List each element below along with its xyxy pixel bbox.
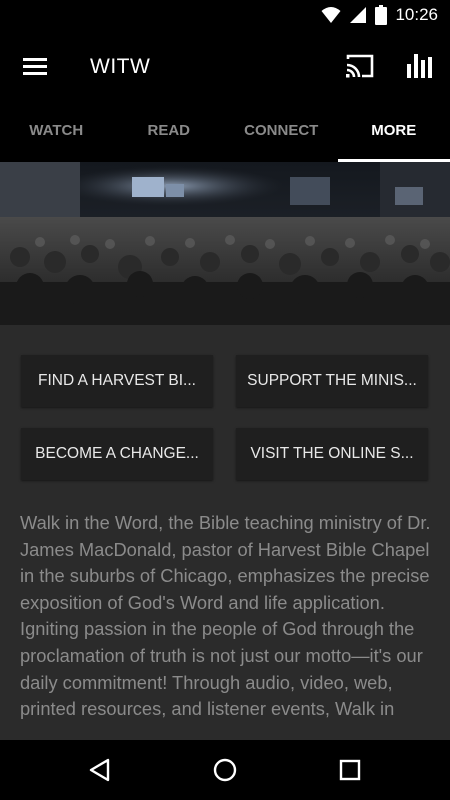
stats-button[interactable] <box>402 50 436 82</box>
tab-connect[interactable]: CONNECT <box>225 102 338 162</box>
cast-icon <box>346 54 374 78</box>
support-ministry-button[interactable]: SUPPORT THE MINIS... <box>236 355 428 407</box>
app-title: WITW <box>90 55 151 78</box>
tab-watch[interactable]: WATCH <box>0 102 113 162</box>
back-triangle-icon <box>89 758 110 782</box>
home-button[interactable] <box>211 756 239 784</box>
cast-button[interactable] <box>342 52 376 82</box>
tab-more[interactable]: MORE <box>337 102 450 162</box>
signal-icon <box>350 7 367 23</box>
ministry-description: Walk in the Word, the Bible teaching min… <box>20 512 431 720</box>
more-content: FIND A HARVEST BI... SUPPORT THE MINIS..… <box>0 325 450 740</box>
bar-chart-icon <box>407 54 432 78</box>
menu-button[interactable] <box>18 52 52 82</box>
recents-button[interactable] <box>336 756 364 784</box>
auditorium-photo <box>0 162 450 325</box>
system-nav-bar <box>0 740 450 800</box>
home-circle-icon <box>213 758 237 782</box>
tab-read[interactable]: READ <box>113 102 226 162</box>
status-bar: 10:26 <box>0 0 450 32</box>
hero-image <box>0 162 450 325</box>
find-harvest-button[interactable]: FIND A HARVEST BI... <box>21 355 213 407</box>
visit-online-store-button[interactable]: VISIT THE ONLINE S... <box>236 428 428 480</box>
wifi-icon <box>321 7 341 23</box>
status-time: 10:26 <box>395 5 438 24</box>
battery-icon <box>375 5 388 25</box>
app-bar: WITW <box>0 32 450 102</box>
hamburger-menu-icon <box>23 58 47 75</box>
recents-square-icon <box>339 759 361 781</box>
tab-bar: WATCH READ CONNECT MORE <box>0 102 450 162</box>
become-change-button[interactable]: BECOME A CHANGE... <box>21 428 213 480</box>
back-button[interactable] <box>86 756 114 784</box>
